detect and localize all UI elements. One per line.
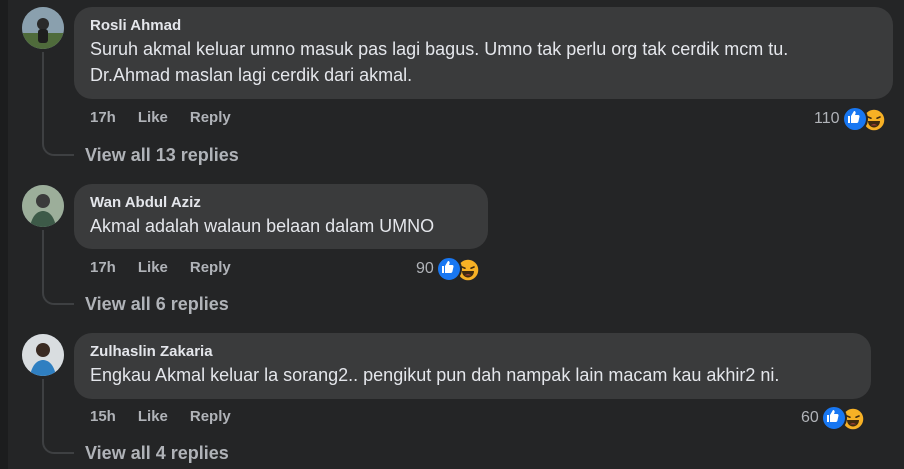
reaction-count: 110 — [814, 110, 840, 127]
thread-connector — [42, 434, 74, 454]
comment-timestamp[interactable]: 15h — [90, 407, 116, 427]
reply-button[interactable]: Reply — [190, 258, 231, 278]
comment-bubble: Rosli Ahmad Suruh akmal keluar umno masu… — [74, 7, 893, 99]
reply-button[interactable]: Reply — [190, 108, 231, 128]
comment-actions: 15h Like Reply — [90, 407, 231, 427]
comment-timestamp[interactable]: 17h — [90, 258, 116, 278]
thread-line — [42, 379, 44, 441]
thread-line — [42, 230, 44, 292]
view-replies-link[interactable]: View all 6 replies — [85, 292, 229, 316]
avatar[interactable] — [22, 7, 64, 49]
like-button[interactable]: Like — [138, 407, 168, 427]
reaction-summary[interactable]: 60 — [801, 405, 865, 431]
reaction-summary[interactable]: 110 — [814, 106, 886, 132]
comment-author[interactable]: Wan Abdul Aziz — [90, 193, 472, 213]
thread-connector — [42, 285, 74, 305]
comment: Rosli Ahmad Suruh akmal keluar umno masu… — [0, 0, 904, 170]
comment-timestamp[interactable]: 17h — [90, 108, 116, 128]
thread-connector — [42, 136, 74, 156]
reaction-summary[interactable]: 90 — [416, 256, 480, 282]
view-replies-link[interactable]: View all 13 replies — [85, 143, 239, 167]
comment-author[interactable]: Zulhaslin Zakaria — [90, 342, 855, 362]
thumbs-up-icon — [435, 256, 462, 282]
avatar[interactable] — [22, 334, 64, 376]
comment-bubble: Zulhaslin Zakaria Engkau Akmal keluar la… — [74, 333, 871, 399]
comment-text: Suruh akmal keluar umno masuk pas lagi b… — [90, 39, 789, 85]
comment-author[interactable]: Rosli Ahmad — [90, 16, 877, 36]
comment-bubble: Wan Abdul Aziz Akmal adalah walaun belaa… — [74, 184, 488, 249]
view-replies-link[interactable]: View all 4 replies — [85, 441, 229, 465]
comment-text: Engkau Akmal keluar la sorang2.. pengiku… — [90, 365, 780, 385]
like-button[interactable]: Like — [138, 108, 168, 128]
reply-button[interactable]: Reply — [190, 407, 231, 427]
thread-line — [42, 52, 44, 142]
reaction-count: 90 — [416, 260, 434, 277]
comment-actions: 17h Like Reply — [90, 108, 231, 128]
comment-text: Akmal adalah walaun belaan dalam UMNO — [90, 216, 435, 236]
thumbs-up-icon — [841, 106, 868, 132]
avatar[interactable] — [22, 185, 64, 227]
reaction-count: 60 — [801, 409, 819, 426]
like-button[interactable]: Like — [138, 258, 168, 278]
comment-actions: 17h Like Reply — [90, 258, 231, 278]
thumbs-up-icon — [820, 405, 847, 431]
